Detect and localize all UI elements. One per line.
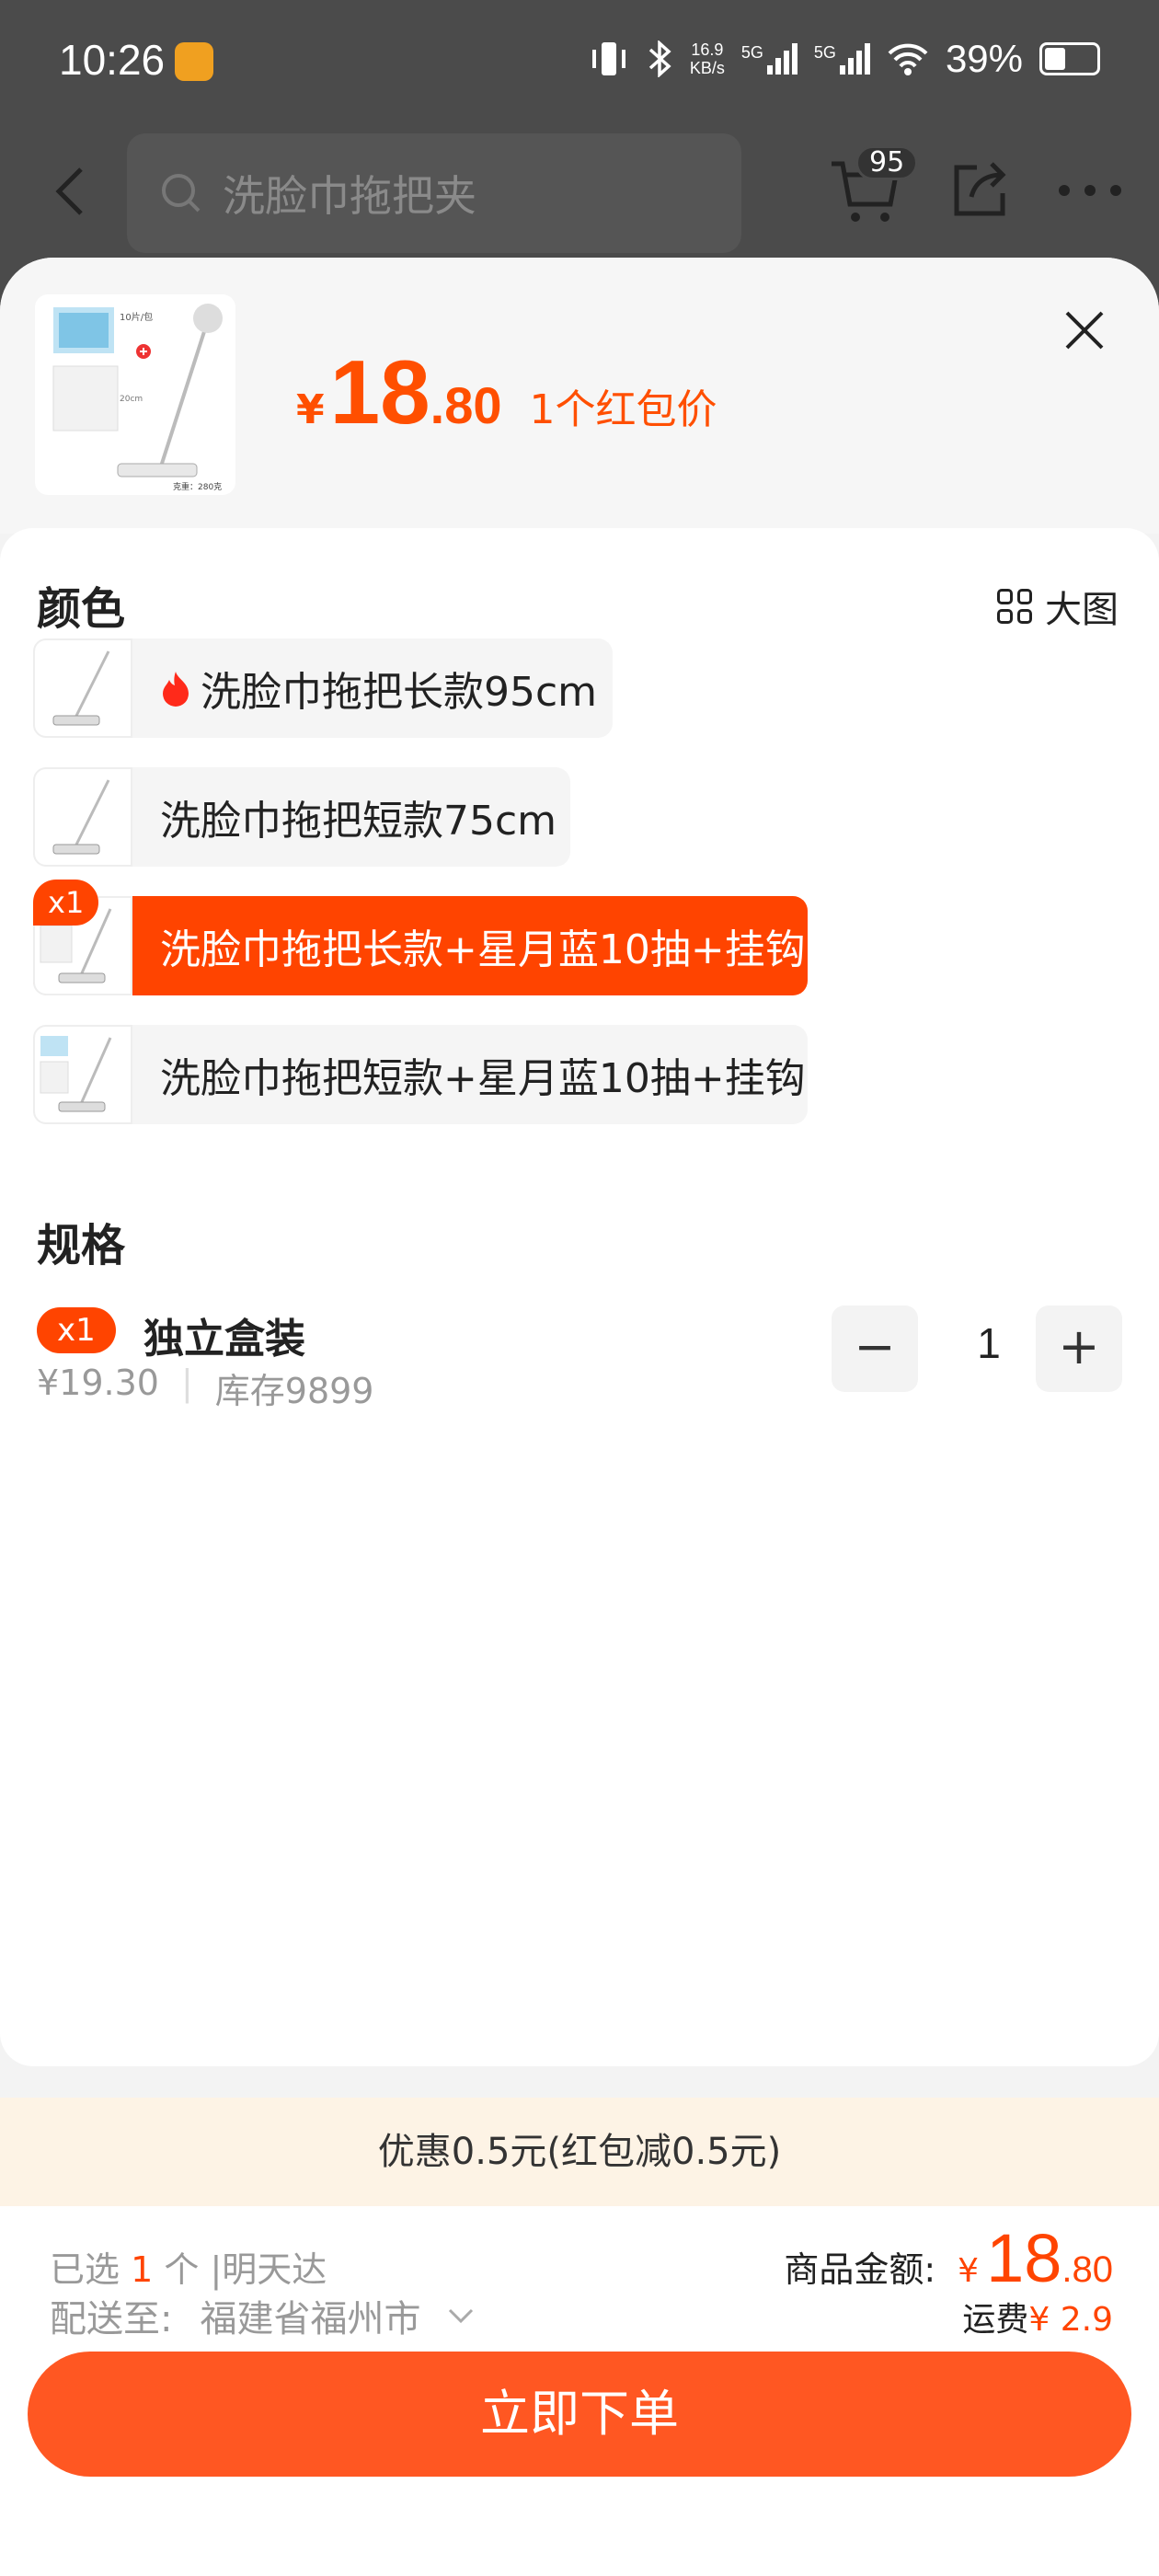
freight-fee: 运费¥ 2.9 [962, 2293, 1113, 2340]
option-label: 洗脸巾拖把短款75cm [160, 798, 557, 845]
bluetooth-icon [648, 40, 671, 77]
cart-count-badge: 95 [855, 145, 919, 180]
big-image-button[interactable]: 大图 [997, 580, 1119, 633]
spec-section-title: 规格 [37, 1220, 126, 1271]
option-thumbnail [33, 638, 132, 738]
price-display: ¥ 18 .80 1个红包价 [296, 340, 717, 444]
network-speed: 16.9 KB/s [689, 40, 725, 77]
spec-quantity-tag: x1 [37, 1307, 116, 1353]
big-image-label: 大图 [1045, 589, 1119, 631]
product-thumbnail[interactable]: 10片/包 20cm 克重：280克 [35, 294, 235, 495]
price-note: 1个红包价 [529, 386, 717, 433]
back-arrow-icon[interactable] [52, 164, 88, 219]
close-icon[interactable] [1060, 305, 1109, 355]
hot-flame-icon [163, 672, 189, 707]
signal-5g-2: 5G [814, 43, 870, 75]
freight-label: 运费 [962, 2301, 1029, 2339]
status-time: 10:26 [59, 36, 166, 84]
sku-options-panel: 颜色 大图 洗脸巾拖把长款95cm 洗脸巾拖把短款75cm 洗脸巾拖把长款+星月… [0, 528, 1159, 2066]
spec-item-row: x1 独立盒装 ¥19.30 | 库存9899 − 1 + [37, 1305, 1122, 1416]
grid-view-icon [997, 589, 1032, 624]
option-label: 洗脸巾拖把长款+星月蓝10抽+挂钩 [160, 926, 806, 973]
amount-currency: ¥ [958, 2252, 980, 2290]
quantity-minus-button[interactable]: − [832, 1305, 918, 1392]
top-nav-bar: 洗脸巾拖把夹 95 [0, 129, 1159, 253]
amount-integer: 18 [986, 2220, 1062, 2296]
signal-bars-icon [766, 43, 798, 75]
status-bar: 10:26 16.9 KB/s 5G 5G 39% [0, 0, 1159, 124]
thumb-caption-pack: 10片/包 [120, 311, 153, 323]
quantity-tag: x1 [33, 880, 99, 926]
battery-percent: 39% [945, 37, 1023, 80]
spec-details: ¥19.30 | 库存9899 [37, 1363, 374, 1413]
amount-decimal: .80 [1061, 2249, 1113, 2290]
ship-location: 福建省福州市 [200, 2298, 421, 2340]
goods-amount: 商品金额: ¥ 18 .80 [784, 2219, 1113, 2297]
color-option-3[interactable]: 洗脸巾拖把长款+星月蓝10抽+挂钩 x1 [33, 880, 808, 995]
vibrate-icon [591, 42, 625, 75]
signal-5g-1: 5G [741, 43, 798, 75]
shipping-destination[interactable]: 配送至: 福建省福州市 [50, 2289, 474, 2342]
amount-label: 商品金额: [784, 2249, 936, 2290]
freight-value: ¥ 2.9 [1028, 2301, 1113, 2339]
ship-label: 配送至: [50, 2298, 173, 2340]
quantity-value[interactable]: 1 [957, 1318, 1021, 1368]
option-label: 洗脸巾拖把短款+星月蓝10抽+挂钩 [160, 1055, 806, 1102]
selected-count: 1 [131, 2249, 154, 2290]
share-icon[interactable] [949, 158, 1010, 219]
spec-divider: | [180, 1363, 193, 1403]
option-label: 洗脸巾拖把长款95cm [201, 669, 598, 716]
search-icon [162, 174, 201, 213]
color-option-2[interactable]: 洗脸巾拖把短款75cm [33, 767, 570, 867]
status-icons: 16.9 KB/s 5G 5G 39% [589, 37, 1100, 81]
quantity-plus-button[interactable]: + [1036, 1305, 1122, 1392]
thumb-caption-size: 20cm [120, 395, 143, 404]
price-decimal: .80 [430, 376, 502, 434]
option-thumbnail [33, 1025, 132, 1124]
spec-name: 独立盒装 [143, 1316, 305, 1363]
option-thumbnail [33, 767, 132, 867]
wifi-icon [888, 43, 928, 75]
notification-app-icon [175, 42, 213, 81]
price-currency: ¥ [296, 386, 325, 433]
price-integer: 18 [329, 341, 430, 443]
sheet-header: 10片/包 20cm 克重：280克 ¥ 18 .80 1个红包价 [0, 258, 1159, 534]
signal-bars-icon [839, 43, 870, 75]
thumb-caption-weight: 克重：280克 [173, 481, 222, 492]
color-section-title: 颜色 [37, 583, 126, 635]
spec-price: ¥19.30 [37, 1363, 159, 1403]
search-placeholder: 洗脸巾拖把夹 [223, 171, 476, 221]
battery-icon [1039, 42, 1100, 75]
color-option-1[interactable]: 洗脸巾拖把长款95cm [33, 638, 613, 738]
chevron-down-icon [449, 2308, 474, 2324]
checkout-footer: 已选 1 个 |明天达 配送至: 福建省福州市 商品金额: ¥ 18 .80 运… [0, 2206, 1159, 2576]
selected-summary: 已选 1 个 |明天达 [50, 2249, 327, 2290]
color-option-4[interactable]: 洗脸巾拖把短款+星月蓝10抽+挂钩 [33, 1025, 808, 1124]
product-image: 10片/包 20cm 克重：280克 [52, 304, 223, 492]
more-options-icon[interactable] [1058, 184, 1122, 197]
spec-stock: 库存9899 [214, 1371, 374, 1411]
place-order-button[interactable]: 立即下单 [28, 2352, 1131, 2477]
promo-banner: 优惠0.5元(红包减0.5元) [0, 2098, 1159, 2206]
sku-bottom-sheet: 10片/包 20cm 克重：280克 ¥ 18 .80 1个红包价 颜色 大图 [0, 258, 1159, 2576]
search-input[interactable]: 洗脸巾拖把夹 [127, 133, 741, 253]
